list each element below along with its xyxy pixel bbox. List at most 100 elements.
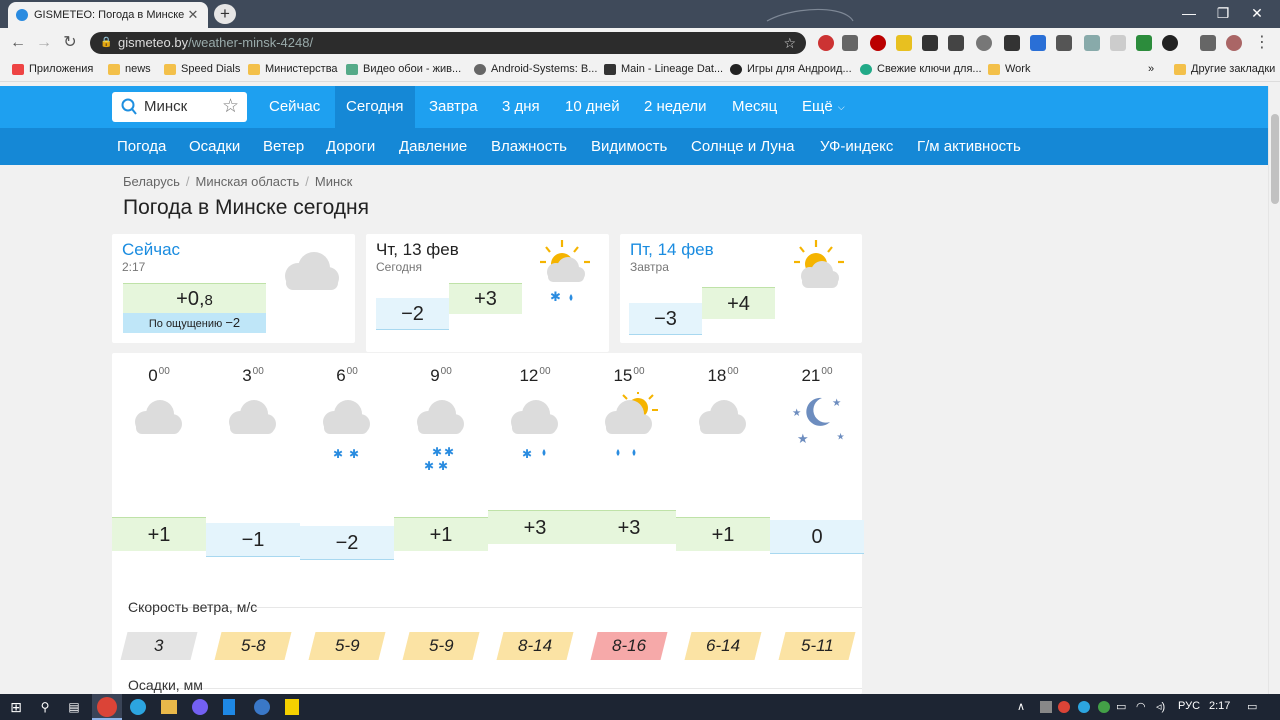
bookmark-fresh-keys[interactable]: Свежие ключи для... bbox=[860, 63, 982, 75]
tray-telegram-icon[interactable] bbox=[1078, 701, 1090, 713]
extension-icon[interactable] bbox=[1200, 35, 1216, 51]
tomorrow-card[interactable]: Пт, 14 фев Завтра −3 +4 bbox=[620, 234, 862, 343]
wifi-icon[interactable]: ◠ bbox=[1136, 700, 1146, 713]
minute-value: 00 bbox=[821, 366, 833, 378]
bookmark-android-games[interactable]: Игры для Андроид... bbox=[730, 63, 852, 75]
tray-chrome-icon[interactable] bbox=[1058, 701, 1070, 713]
minute-value: 00 bbox=[252, 366, 264, 378]
extension-icon[interactable] bbox=[1110, 35, 1126, 51]
nav-10-days[interactable]: 10 дней bbox=[554, 86, 631, 128]
reload-icon[interactable]: ↻ bbox=[60, 33, 80, 53]
new-tab-button[interactable]: + bbox=[214, 4, 236, 24]
extension-icon[interactable] bbox=[1056, 35, 1072, 51]
nav-today[interactable]: Сегодня bbox=[335, 86, 415, 128]
subnav-visibility[interactable]: Видимость bbox=[591, 128, 667, 165]
nav-more[interactable]: Ещё ⌵ bbox=[791, 86, 857, 128]
nav-now[interactable]: Сейчас bbox=[258, 86, 331, 128]
url-path: /weather-minsk-4248/ bbox=[188, 35, 314, 50]
tray-app-icon[interactable] bbox=[1098, 701, 1110, 713]
bookmark-lineage[interactable]: Main - Lineage Dat... bbox=[604, 63, 723, 75]
breadcrumb-city[interactable]: Минск bbox=[315, 174, 352, 189]
viber-icon[interactable] bbox=[192, 699, 208, 715]
extension-icon[interactable] bbox=[1136, 35, 1152, 51]
clock[interactable]: 2:17 bbox=[1209, 700, 1230, 712]
bookmark-ministries[interactable]: Министерства bbox=[248, 63, 338, 75]
notifications-icon[interactable]: ▭ bbox=[1247, 700, 1257, 713]
adblock-extension-icon[interactable] bbox=[818, 35, 834, 51]
bookmark-video-wallpapers[interactable]: Видео обои - жив... bbox=[346, 63, 461, 75]
subnav-weather[interactable]: Погода bbox=[117, 128, 166, 165]
nav-2-weeks[interactable]: 2 недели bbox=[633, 86, 718, 128]
file-explorer-icon[interactable] bbox=[161, 700, 177, 714]
ublock-extension-icon[interactable] bbox=[870, 35, 886, 51]
subnav-humidity[interactable]: Влажность bbox=[491, 128, 567, 165]
extension-icon[interactable] bbox=[1162, 35, 1178, 51]
today-card[interactable]: Чт, 13 фев Сегодня −2 +3 ✱ bbox=[366, 234, 609, 352]
bookmark-work[interactable]: Work bbox=[988, 63, 1030, 75]
cloud-icon bbox=[285, 252, 339, 290]
js-extension-icon[interactable] bbox=[896, 35, 912, 51]
scrollbar-thumb[interactable] bbox=[1271, 114, 1279, 204]
subnav-roads[interactable]: Дороги bbox=[326, 128, 375, 165]
close-window-icon[interactable]: ✕ bbox=[1234, 0, 1280, 26]
breadcrumb-country[interactable]: Беларусь bbox=[123, 174, 180, 189]
bookmark-apps[interactable]: Приложения bbox=[12, 63, 93, 75]
extension-icon[interactable] bbox=[1004, 35, 1020, 51]
breadcrumb-region[interactable]: Минская область bbox=[195, 174, 299, 189]
notes-app-icon[interactable] bbox=[285, 699, 299, 715]
language-indicator[interactable]: РУС bbox=[1178, 700, 1200, 712]
wind-speed-value: 8-16 bbox=[611, 636, 647, 655]
subnav-sun-moon[interactable]: Солнце и Луна bbox=[691, 128, 795, 165]
subnav-precipitation[interactable]: Осадки bbox=[189, 128, 240, 165]
extension-icon[interactable] bbox=[976, 35, 992, 51]
tomorrow-min-temp: −3 bbox=[629, 303, 702, 335]
network-app-icon[interactable] bbox=[254, 699, 270, 715]
browser-tab[interactable]: GISMETEO: Погода в Минске сегодня ✕ bbox=[8, 2, 208, 28]
divider bbox=[128, 688, 862, 689]
bookmark-news[interactable]: news bbox=[108, 63, 151, 75]
bookmark-android-systems[interactable]: Android-Systems: B... bbox=[474, 63, 597, 75]
extension-icon[interactable] bbox=[948, 35, 964, 51]
more-bookmarks-icon[interactable]: » bbox=[1148, 63, 1154, 75]
url-input[interactable]: 🔒 gismeteo.by/weather-minsk-4248/ ☆ bbox=[90, 32, 806, 54]
profile-avatar[interactable] bbox=[1226, 35, 1242, 51]
tray-chevron-icon[interactable]: ∧ bbox=[1017, 700, 1025, 713]
tomorrow-max-temp: +4 bbox=[702, 287, 775, 319]
forward-icon[interactable]: → bbox=[34, 33, 54, 53]
subnav-wind[interactable]: Ветер bbox=[263, 128, 304, 165]
minute-value: 00 bbox=[633, 366, 645, 378]
favorite-star-icon[interactable]: ☆ bbox=[222, 92, 239, 122]
search-icon[interactable]: ⚲ bbox=[35, 697, 55, 717]
windows-start-icon[interactable]: ⊞ bbox=[6, 697, 26, 717]
telegram-icon[interactable] bbox=[130, 699, 146, 715]
today-max-temp: +3 bbox=[449, 283, 522, 314]
hour-label: 600 bbox=[300, 366, 394, 386]
app-icon[interactable] bbox=[223, 699, 235, 715]
site-favicon bbox=[16, 9, 28, 21]
bookmark-other[interactable]: Другие закладки bbox=[1174, 63, 1275, 75]
nav-3-days[interactable]: 3 дня bbox=[491, 86, 551, 128]
extension-icon[interactable] bbox=[1084, 35, 1100, 51]
subnav-geomagnetic[interactable]: Г/м активность bbox=[917, 128, 1021, 165]
nav-month[interactable]: Месяц bbox=[721, 86, 788, 128]
battery-icon[interactable]: ▭ bbox=[1116, 700, 1126, 713]
browser-menu-icon[interactable]: ⋮ bbox=[1252, 33, 1272, 53]
subnav-uv-index[interactable]: УФ-индекс bbox=[820, 128, 893, 165]
bookmark-star-icon[interactable]: ☆ bbox=[783, 32, 796, 54]
volume-icon[interactable]: ◃) bbox=[1156, 700, 1165, 713]
task-view-icon[interactable]: ▤ bbox=[64, 697, 84, 717]
bookmark-speed-dials[interactable]: Speed Dials bbox=[164, 63, 240, 75]
tray-app-icon[interactable] bbox=[1040, 701, 1052, 713]
page-scrollbar[interactable] bbox=[1268, 86, 1280, 694]
chrome-icon[interactable] bbox=[97, 697, 117, 717]
minute-value: 00 bbox=[346, 366, 358, 378]
extension-icon[interactable] bbox=[1030, 35, 1046, 51]
subnav-pressure[interactable]: Давление bbox=[399, 128, 467, 165]
extension-icon[interactable] bbox=[842, 35, 858, 51]
extension-icon[interactable] bbox=[922, 35, 938, 51]
close-tab-icon[interactable]: ✕ bbox=[186, 7, 200, 23]
svg-text:✱: ✱ bbox=[349, 447, 359, 461]
city-search-input[interactable]: Минск ☆ bbox=[112, 92, 247, 122]
nav-tomorrow[interactable]: Завтра bbox=[418, 86, 489, 128]
back-icon[interactable]: ← bbox=[8, 33, 28, 53]
